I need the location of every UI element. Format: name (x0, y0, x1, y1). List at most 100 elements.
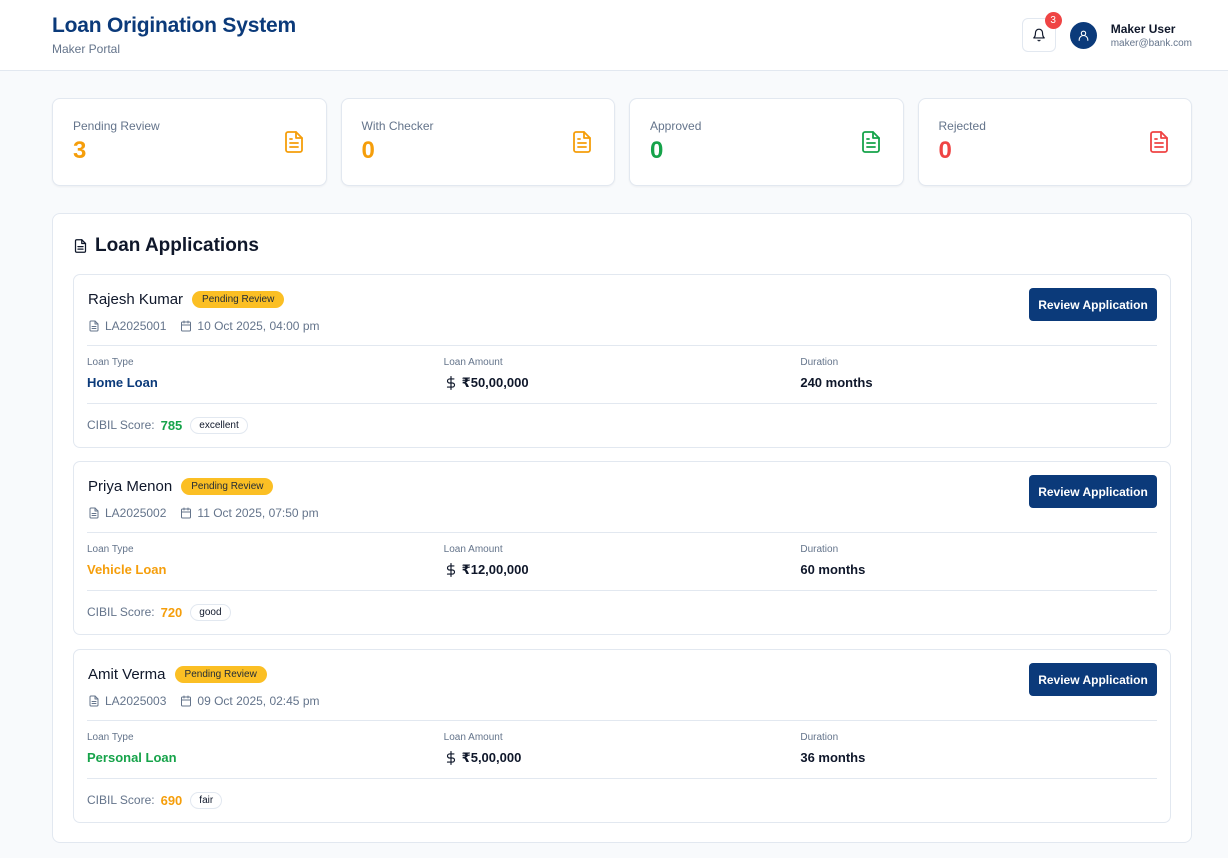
status-badge: Pending Review (174, 666, 267, 683)
notifications-button[interactable]: 3 (1021, 12, 1062, 52)
document-icon (570, 129, 594, 155)
panel-title-text: Loan Applications (95, 235, 259, 256)
app-title: Loan Origination System (52, 14, 296, 37)
duration-label: Duration (800, 732, 839, 743)
cibil-rating-badge: excellent (190, 416, 248, 434)
duration-value: 36 months (800, 750, 866, 765)
applicant-name: Amit Verma (88, 666, 166, 683)
loan-amount-value: ₹12,00,000 (461, 562, 529, 577)
cibil-score: 720 (160, 604, 183, 620)
stat-label: Rejected (938, 119, 986, 133)
calendar-icon (180, 320, 192, 332)
duration-label: Duration (800, 357, 839, 368)
calendar-icon (180, 695, 192, 707)
loan-amount-value: ₹50,00,000 (461, 375, 529, 390)
duration-label: Duration (800, 544, 839, 555)
application-date: 10 Oct 2025, 04:00 pm (197, 319, 320, 333)
notification-count-badge: 3 (1044, 12, 1062, 29)
header-actions: 3 Maker User maker@bank.com (1021, 12, 1192, 52)
dollar-icon (444, 563, 458, 577)
user-avatar[interactable] (1069, 21, 1097, 49)
file-icon (88, 695, 100, 707)
application-id: LA2025003 (105, 694, 167, 708)
duration-value: 60 months (800, 562, 866, 577)
file-icon (88, 320, 100, 332)
app-subtitle: Maker Portal (52, 42, 121, 56)
review-application-button[interactable]: Review Application (1029, 288, 1157, 321)
user-name: Maker User (1110, 21, 1176, 36)
application-id: LA2025001 (105, 319, 167, 333)
cibil-row: CIBIL Score: 720 good (87, 591, 1157, 633)
cibil-row: CIBIL Score: 690 fair (87, 779, 1157, 821)
application-date: 09 Oct 2025, 02:45 pm (197, 694, 320, 708)
user-icon (1077, 29, 1090, 42)
application-card: Priya Menon Pending Review LA2025002 11 … (73, 461, 1171, 635)
application-header: Rajesh Kumar Pending Review LA2025001 10… (87, 275, 1157, 346)
application-meta: LA2025001 10 Oct 2025, 04:00 pm (88, 319, 320, 333)
cibil-label: CIBIL Score: (87, 418, 155, 432)
stat-card-rejected: Rejected 0 (917, 98, 1192, 186)
document-icon (282, 129, 306, 155)
status-badge: Pending Review (181, 478, 274, 495)
stat-value: 0 (938, 137, 952, 164)
loan-type-value: Home Loan (87, 375, 158, 390)
document-icon (859, 129, 883, 155)
loan-type-label: Loan Type (87, 357, 134, 368)
brand: Loan Origination System Maker Portal (52, 14, 296, 56)
app-header: Loan Origination System Maker Portal 3 M… (0, 0, 1228, 71)
dollar-icon (444, 376, 458, 390)
loan-amount-label: Loan Amount (443, 357, 503, 368)
cibil-row: CIBIL Score: 785 excellent (87, 404, 1157, 446)
application-details: Loan Type Home Loan Loan Amount ₹50,00,0… (87, 346, 1157, 404)
review-application-button[interactable]: Review Application (1029, 663, 1157, 696)
application-id: LA2025002 (105, 506, 167, 520)
review-application-button[interactable]: Review Application (1029, 475, 1157, 508)
user-email: maker@bank.com (1110, 37, 1192, 49)
loan-amount-value: ₹5,00,000 (461, 750, 522, 765)
loan-type-label: Loan Type (87, 732, 134, 743)
cibil-score: 785 (160, 417, 183, 433)
application-card: Amit Verma Pending Review LA2025003 09 O… (73, 649, 1171, 823)
application-meta: LA2025003 09 Oct 2025, 02:45 pm (88, 694, 320, 708)
stat-card-approved: Approved 0 (629, 98, 904, 186)
document-icon (73, 238, 88, 254)
loan-type-value: Personal Loan (87, 750, 177, 765)
stat-value: 0 (650, 137, 664, 164)
stat-card-pending-review: Pending Review 3 (52, 98, 327, 186)
stat-label: Approved (650, 119, 702, 133)
status-badge: Pending Review (192, 291, 285, 308)
stat-value: 3 (73, 137, 87, 164)
loan-amount-label: Loan Amount (443, 544, 503, 555)
applicant-name: Rajesh Kumar (88, 291, 184, 308)
loan-type-value: Vehicle Loan (87, 562, 167, 577)
loan-amount-label: Loan Amount (443, 732, 503, 743)
calendar-icon (180, 507, 192, 519)
application-header: Amit Verma Pending Review LA2025003 09 O… (87, 650, 1157, 721)
application-details: Loan Type Personal Loan Loan Amount ₹5,0… (87, 721, 1157, 779)
applicant-name: Priya Menon (88, 478, 173, 495)
cibil-score: 690 (160, 792, 183, 808)
document-icon (1147, 129, 1171, 155)
file-icon (88, 507, 100, 519)
application-date: 11 Oct 2025, 07:50 pm (197, 506, 319, 520)
cibil-label: CIBIL Score: (87, 605, 155, 619)
stat-label: With Checker (361, 119, 434, 133)
application-header: Priya Menon Pending Review LA2025002 11 … (87, 462, 1157, 533)
bell-icon (1032, 28, 1046, 42)
dollar-icon (444, 751, 458, 765)
cibil-rating-badge: good (190, 603, 231, 621)
loan-type-label: Loan Type (87, 544, 134, 555)
stat-value: 0 (361, 137, 375, 164)
user-info: Maker User maker@bank.com (1111, 22, 1192, 49)
stats-row: Pending Review 3 With Checker 0 Approved… (52, 98, 1192, 186)
application-meta: LA2025002 11 Oct 2025, 07:50 pm (88, 506, 319, 520)
stat-label: Pending Review (73, 119, 160, 133)
stat-card-with-checker: With Checker 0 (340, 98, 615, 186)
cibil-rating-badge: fair (190, 791, 223, 809)
loan-applications-panel: Loan Applications Rajesh Kumar Pending R… (52, 213, 1192, 843)
cibil-label: CIBIL Score: (87, 793, 155, 807)
application-card: Rajesh Kumar Pending Review LA2025001 10… (73, 274, 1171, 448)
duration-value: 240 months (800, 375, 873, 390)
panel-title: Loan Applications (73, 234, 1171, 258)
application-details: Loan Type Vehicle Loan Loan Amount ₹12,0… (87, 533, 1157, 591)
